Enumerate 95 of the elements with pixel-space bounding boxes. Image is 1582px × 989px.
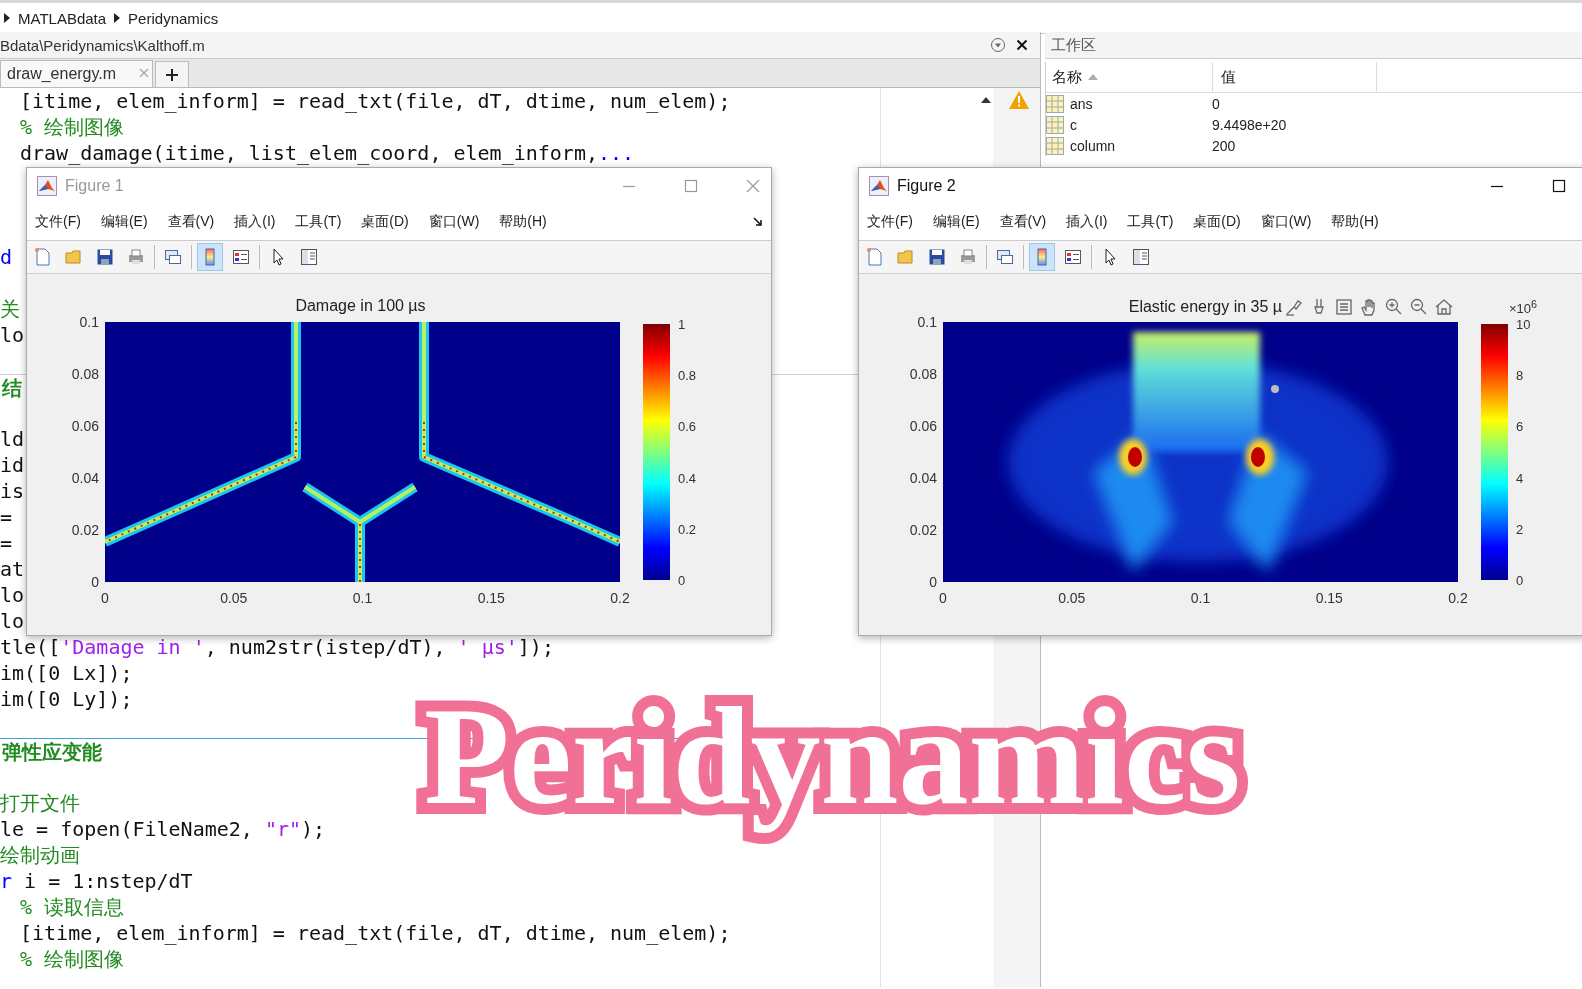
code-line: ld xyxy=(0,426,25,452)
tick-label: 0.6 xyxy=(678,418,697,434)
code-line: at xyxy=(0,556,25,582)
code-line: r i = 1:nstep/dT xyxy=(0,868,193,894)
tick-label: 0.04 xyxy=(71,470,99,486)
tick-label: 6 xyxy=(1516,418,1524,434)
section-heading: 结 xyxy=(0,376,22,400)
tick-label: 2 xyxy=(1516,521,1524,537)
section-heading: 弹性应变能 xyxy=(1,740,102,764)
menu-item[interactable]: 文件(F) xyxy=(867,213,913,231)
code-line: le = fopen(FileName2, "r"); xyxy=(0,816,326,842)
menu-item[interactable]: 桌面(D) xyxy=(1193,213,1241,231)
tick-label: 0 xyxy=(91,574,99,590)
menu-item[interactable]: 桌面(D) xyxy=(361,213,409,231)
tick-label: 1 xyxy=(678,316,686,332)
code-line: [itime, elem_inform] = read_txt(file, dT, dtime, num_elem); xyxy=(19,920,731,946)
tick-label: 0.06 xyxy=(71,418,99,434)
code-line: 绘制动画 xyxy=(0,842,80,868)
tick-label: 0.06 xyxy=(909,418,937,434)
tick-label: 0.2 xyxy=(1448,590,1468,606)
variable-name[interactable]: c xyxy=(1070,116,1077,133)
tick-label: 0.15 xyxy=(477,590,505,606)
menu-item[interactable]: 插入(I) xyxy=(234,213,276,231)
tick-label: 8 xyxy=(1516,367,1524,383)
tick-label: 4 xyxy=(1516,470,1524,486)
menu-item[interactable]: 帮助(H) xyxy=(499,213,547,231)
code-line: is xyxy=(0,478,25,504)
code-line: tle(['Damage in ', num2str(istep/dT), ' µs']); xyxy=(0,634,554,660)
menu-item[interactable]: 编辑(E) xyxy=(100,213,148,231)
tick-label: 0.08 xyxy=(909,366,937,382)
column-header[interactable]: 名称 xyxy=(1052,67,1082,87)
variable-name[interactable]: ans xyxy=(1070,95,1093,112)
file-path: Bdata\Peridynamics\Kalthoff.m xyxy=(0,36,206,54)
menu-item[interactable]: 帮助(H) xyxy=(1331,213,1379,231)
tick-label: 0.2 xyxy=(678,521,697,537)
tick-label: 0 xyxy=(939,590,947,606)
menu-item[interactable]: 工具(T) xyxy=(1127,213,1174,231)
code-line: = xyxy=(0,504,13,530)
tick-label: 0.02 xyxy=(909,522,937,538)
variable-value: 0 xyxy=(1212,95,1220,112)
code-line: lo xyxy=(0,608,25,634)
tick-label: 0 xyxy=(929,574,937,590)
panel-title: 工作区 xyxy=(1045,32,1582,59)
variable-name[interactable]: column xyxy=(1070,137,1116,154)
tick-label: 0.1 xyxy=(917,314,937,330)
code-line: % 绘制图像 xyxy=(19,946,125,972)
menu-item[interactable]: 插入(I) xyxy=(1066,213,1108,231)
code-line: id xyxy=(0,452,25,478)
tick-label: 0.4 xyxy=(678,470,697,486)
tick-label: 0.05 xyxy=(1058,590,1086,606)
overlay-title: Peridynamics xyxy=(408,660,1257,852)
variable-value: 200 xyxy=(1212,137,1236,154)
tick-label: 0.1 xyxy=(1190,590,1211,606)
tick-label: 0.02 xyxy=(71,522,99,538)
code-line: draw_damage(itime, list_elem_coord, elem_inform,... xyxy=(19,140,635,166)
menu-item[interactable]: 查看(V) xyxy=(999,213,1047,231)
code-line: lo xyxy=(0,322,25,348)
menu-item[interactable]: 窗口(W) xyxy=(1260,213,1312,231)
menu-item[interactable]: 查看(V) xyxy=(167,213,215,231)
window-title: Figure 1 xyxy=(65,177,124,195)
plot-title: Elastic energy in 35 µ xyxy=(1128,298,1282,316)
menu-item[interactable]: 文件(F) xyxy=(35,213,81,231)
tick-label: 0.08 xyxy=(71,366,99,382)
breadcrumb-item[interactable]: Peridynamics xyxy=(128,9,219,27)
code-line: [itime, elem_inform] = read_txt(file, dT, dtime, num_elem); xyxy=(19,88,731,114)
menu-item[interactable]: 窗口(W) xyxy=(428,213,480,231)
tick-label: 10 xyxy=(1516,316,1531,332)
tick-label: 0.1 xyxy=(79,314,99,330)
code-line: im([0 Lx]); xyxy=(0,660,133,686)
tick-label: 0.04 xyxy=(909,470,937,486)
menu-item[interactable]: 工具(T) xyxy=(295,213,342,231)
tick-label: 0 xyxy=(1516,572,1524,588)
breadcrumb-item[interactable]: MATLABdata xyxy=(18,9,107,27)
code-line: 打开文件 xyxy=(0,790,80,816)
tick-label: 0 xyxy=(101,590,109,606)
plot-title: Damage in 100 µs xyxy=(295,297,426,315)
menu-item[interactable]: 编辑(E) xyxy=(932,213,980,231)
exponent-label: ×10$^{6}$ xyxy=(1509,298,1538,317)
variable-value: 9.4498e+20 xyxy=(1212,116,1287,133)
window-title: Figure 2 xyxy=(897,177,956,195)
tick-label: 0.8 xyxy=(678,367,697,383)
tick-label: 0.05 xyxy=(220,590,248,606)
tick-label: 0 xyxy=(678,572,686,588)
tick-label: 0.1 xyxy=(352,590,373,606)
code-line: im([0 Ly]); xyxy=(0,686,133,712)
code-line: % 读取信息 xyxy=(19,894,125,920)
file-tab[interactable]: draw_energy.m xyxy=(0,60,154,87)
code-line: = xyxy=(0,530,13,556)
code-line: % 绘制图像 xyxy=(19,114,125,140)
tick-label: 0.2 xyxy=(610,590,630,606)
column-header[interactable]: 值 xyxy=(1221,67,1236,87)
code-line: lo xyxy=(0,582,25,608)
tick-label: 0.15 xyxy=(1315,590,1343,606)
code-line: 关 xyxy=(0,296,20,322)
code-line: d xyxy=(0,244,13,270)
